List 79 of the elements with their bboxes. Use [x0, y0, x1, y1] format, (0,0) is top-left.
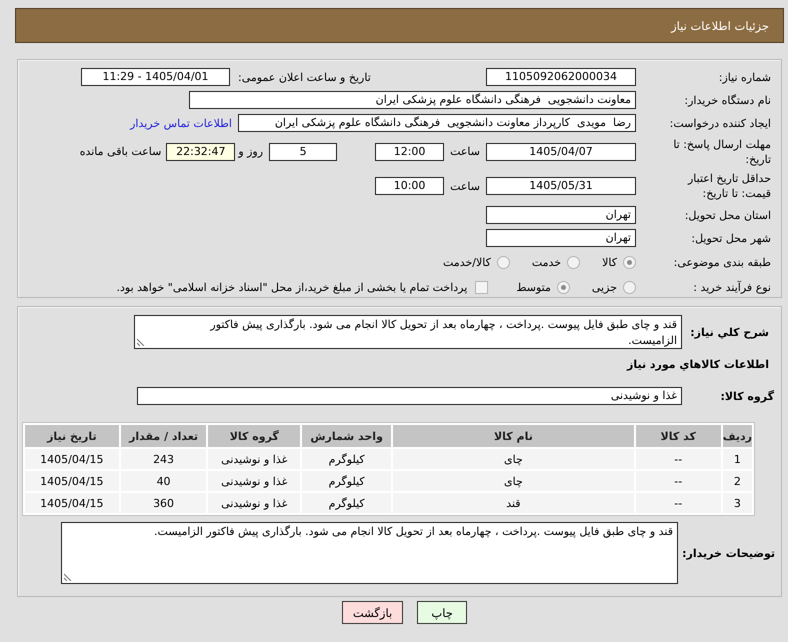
radio-button[interactable]: [496, 256, 510, 268]
table-cell: 360: [120, 493, 206, 513]
field-label: استان محل تحویل:: [684, 208, 771, 222]
need-number-field[interactable]: 1105092062000034: [486, 68, 636, 86]
column-header: تعداد / مقدار: [120, 425, 206, 447]
column-header: تاریخ نیاز: [25, 425, 119, 447]
column-header: ردیف: [722, 425, 752, 447]
table-cell: 3: [722, 493, 752, 513]
column-header: واحد شمارش: [302, 425, 392, 447]
days-field[interactable]: 5: [269, 142, 338, 161]
radio-label[interactable]: متوسط: [516, 280, 551, 294]
table-cell: 1405/04/15: [25, 449, 119, 469]
field-label: ایجاد کننده درخواست:: [668, 116, 771, 130]
table-cell: --: [636, 449, 721, 469]
print-button[interactable]: چاپ: [417, 601, 468, 624]
field-label: شهر محل تحویل:: [690, 230, 771, 246]
time-label: ساعت: [450, 145, 480, 158]
time-label: ساعت: [450, 180, 480, 193]
field-label: نام دستگاه خریدار:: [683, 92, 771, 108]
goods-group-field[interactable]: غذا و نوشیدنی: [137, 387, 682, 405]
resize-grip-icon[interactable]: [137, 338, 145, 346]
field-label: حداقل تاریخ اعتبار قیمت: تا تاریخ:: [686, 171, 771, 202]
remaining-label: ساعت باقی مانده: [80, 145, 162, 158]
province-field[interactable]: تهران: [486, 206, 636, 224]
field-label: شرح کلي نیاز:: [689, 324, 769, 340]
validity-time-field[interactable]: 10:00: [375, 177, 444, 196]
field-label: مهلت ارسال پاسخ: تا تاریخ:: [672, 136, 771, 167]
city-field[interactable]: تهران: [486, 229, 636, 247]
table-cell: 1405/04/15: [25, 471, 119, 491]
back-button[interactable]: بازگشت: [342, 601, 404, 624]
table-cell: کیلوگرم: [302, 449, 392, 469]
table-cell: قند: [393, 493, 634, 513]
table-cell: --: [636, 493, 721, 513]
radio-button[interactable]: [623, 256, 636, 268]
table-cell: 2: [722, 471, 752, 491]
deadline-date-field[interactable]: 1405/04/07: [486, 142, 636, 161]
table-cell: 243: [120, 449, 206, 469]
radio-label[interactable]: کالا: [602, 256, 617, 268]
radio-button[interactable]: [556, 280, 570, 294]
radio-button[interactable]: [567, 256, 580, 268]
field-label: شماره نیاز:: [718, 70, 771, 84]
radio-label[interactable]: جزیی: [592, 280, 617, 294]
deadline-time-field[interactable]: 12:00: [375, 142, 444, 161]
checkbox[interactable]: [475, 280, 488, 294]
table-cell: چای: [393, 449, 634, 469]
table-cell: غذا و نوشیدنی: [208, 449, 300, 469]
field-label: تاریخ و ساعت اعلان عمومی:: [238, 70, 371, 84]
resize-grip-icon[interactable]: [64, 573, 72, 581]
field-label: طبقه بندی موضوعی:: [672, 254, 771, 270]
section-heading: اطلاعات کالاهاي مورد نیاز: [627, 357, 769, 373]
validity-date-field[interactable]: 1405/05/31: [486, 177, 636, 196]
contact-link[interactable]: اطلاعات تماس خریدار: [130, 116, 232, 130]
table-cell: 1: [722, 449, 752, 469]
checkbox-label[interactable]: پرداخت تمام یا بخشی از مبلغ خرید،از محل "اسناد خزانه اسلامی" خواهد بود.: [116, 280, 468, 294]
page-title: جزئیات اطلاعات نیاز: [671, 18, 769, 32]
radio-label[interactable]: کالا/خدمت: [443, 256, 491, 268]
field-label: گروه کالا:: [719, 388, 774, 404]
description-text-area[interactable]: قند و چای طبق فایل پیوست .پرداخت ، چهارماه بعد از تحویل کالا انجام می شود. بارگذاری پیش فاکتور الزامیست.: [134, 315, 682, 349]
field-label: توضیحات خریدار:: [681, 546, 775, 560]
radio-button[interactable]: [623, 280, 636, 294]
table-cell: کیلوگرم: [302, 471, 392, 491]
column-header: نام کالا: [393, 425, 634, 447]
table-cell: 40: [120, 471, 206, 491]
table-cell: غذا و نوشیدنی: [208, 493, 300, 513]
field-label: نوع فرآیند خرید :: [692, 280, 771, 294]
table-cell: --: [636, 471, 721, 491]
requester-field[interactable]: رضا مویدی کارپرداز معاونت دانشجویی فرهنگی دانشگاه علوم پزشکی ایران: [238, 114, 636, 132]
table-cell: غذا و نوشیدنی: [208, 471, 300, 491]
buyer-org-field[interactable]: معاونت دانشجویی فرهنگی دانشگاه علوم پزشکی ایران: [189, 91, 636, 109]
announce-date-field[interactable]: 1405/04/01 - 11:29: [81, 68, 230, 86]
table-cell: کیلوگرم: [302, 493, 392, 513]
table-cell: چای: [393, 471, 634, 491]
remaining-time-field[interactable]: 22:32:47: [166, 142, 236, 161]
table-cell: 1405/04/15: [25, 493, 119, 513]
buyer-notes-text-area[interactable]: قند و چای طبق فایل پیوست .پرداخت ، چهارماه بعد از تحویل کالا انجام می شود. بارگذاری پیش فاکتور الزامیست.: [61, 522, 678, 584]
days-label: روز و: [238, 145, 264, 158]
radio-label[interactable]: خدمت: [532, 256, 562, 268]
column-header: کد کالا: [636, 425, 721, 447]
column-header: گروه کالا: [208, 425, 300, 447]
